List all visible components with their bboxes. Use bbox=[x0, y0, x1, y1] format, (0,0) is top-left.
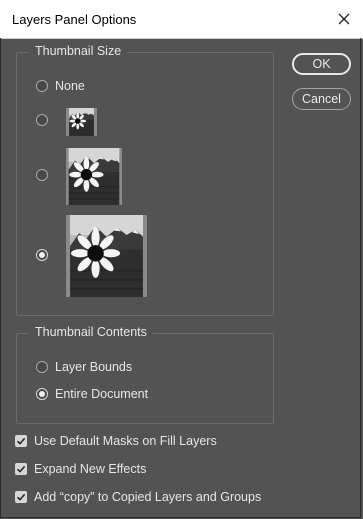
thumbnail-none-radio[interactable] bbox=[36, 80, 48, 92]
layer-bounds-radio[interactable] bbox=[36, 361, 48, 373]
entire-document-radio[interactable] bbox=[36, 388, 48, 400]
thumbnail-contents-legend: Thumbnail Contents bbox=[29, 325, 153, 339]
sunflower-thumbnail-icon bbox=[66, 148, 122, 205]
default-masks-checkbox[interactable] bbox=[15, 435, 27, 447]
sunflower-thumbnail-icon bbox=[66, 108, 97, 136]
checkmark-icon bbox=[16, 493, 26, 501]
window-title: Layers Panel Options bbox=[12, 12, 137, 27]
default-masks-label[interactable]: Use Default Masks on Fill Layers bbox=[34, 434, 217, 448]
thumbnail-contents-group: Thumbnail Contents bbox=[16, 325, 274, 424]
close-icon bbox=[338, 13, 350, 25]
thumbnail-small-radio[interactable] bbox=[36, 114, 48, 126]
thumbnail-large-preview[interactable] bbox=[66, 215, 147, 297]
cancel-button[interactable]: Cancel bbox=[292, 88, 351, 110]
expand-effects-label[interactable]: Expand New Effects bbox=[34, 462, 146, 476]
add-copy-checkbox[interactable] bbox=[15, 491, 27, 503]
layer-bounds-label[interactable]: Layer Bounds bbox=[55, 360, 132, 374]
thumbnail-medium-preview[interactable] bbox=[66, 148, 122, 205]
entire-document-label[interactable]: Entire Document bbox=[55, 387, 148, 401]
checkmark-icon bbox=[16, 437, 26, 445]
thumbnail-none-label[interactable]: None bbox=[55, 79, 85, 93]
expand-effects-checkbox[interactable] bbox=[15, 463, 27, 475]
title-bar: Layers Panel Options bbox=[0, 0, 363, 39]
sunflower-thumbnail-icon bbox=[66, 215, 147, 297]
close-button[interactable] bbox=[331, 6, 357, 32]
thumbnail-medium-radio[interactable] bbox=[36, 169, 48, 181]
add-copy-label[interactable]: Add “copy” to Copied Layers and Groups bbox=[34, 490, 261, 504]
thumbnail-large-radio[interactable] bbox=[36, 249, 48, 261]
ok-button[interactable]: OK bbox=[292, 53, 351, 75]
ok-button-label: OK bbox=[312, 57, 331, 71]
checkmark-icon bbox=[16, 465, 26, 473]
cancel-button-label: Cancel bbox=[302, 92, 341, 106]
thumbnail-size-legend: Thumbnail Size bbox=[29, 44, 128, 58]
thumbnail-small-preview[interactable] bbox=[66, 108, 97, 136]
